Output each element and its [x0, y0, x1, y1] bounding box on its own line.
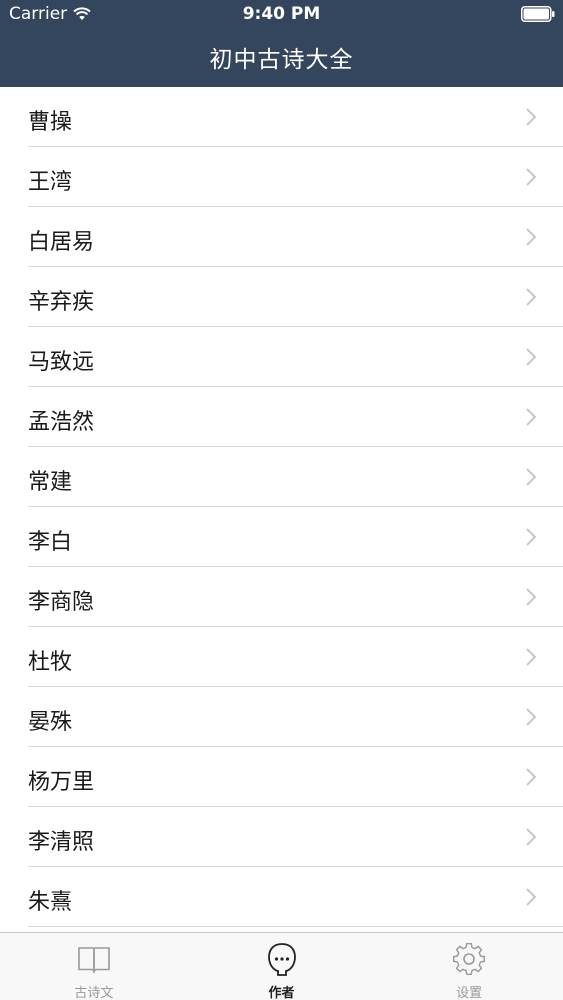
list-item-label: 晏殊	[28, 710, 73, 735]
nav-title: 初中古诗大全	[209, 47, 354, 73]
tab-label: 设置	[456, 986, 483, 1000]
list-item-label: 白居易	[28, 230, 95, 255]
chevron-right-icon	[526, 828, 537, 846]
list-item-label: 杨万里	[28, 770, 95, 795]
chevron-right-icon	[526, 108, 537, 126]
chevron-right-icon	[526, 408, 537, 426]
list-item[interactable]: 李商隐	[28, 567, 563, 627]
list-item[interactable]: 白居易	[28, 207, 563, 267]
list-item-label: 王湾	[28, 170, 73, 195]
list-item[interactable]: 曹操	[28, 87, 563, 147]
chevron-right-icon	[526, 348, 537, 366]
tab-settings[interactable]: 设置	[375, 933, 563, 1000]
list-item-label: 杜牧	[28, 650, 73, 675]
list-item[interactable]: 李白	[28, 507, 563, 567]
tab-poems[interactable]: 古诗文	[0, 933, 188, 1000]
status-time: 9:40 PM	[242, 4, 321, 24]
list-item[interactable]: 李清照	[28, 807, 563, 867]
list-item-label: 李白	[28, 530, 73, 555]
list-item[interactable]: 马致远	[28, 327, 563, 387]
list-item[interactable]: 杜牧	[28, 627, 563, 687]
chevron-right-icon	[526, 888, 537, 906]
header: Carrier 9:40 PM 初中古诗大全	[0, 0, 563, 87]
chevron-right-icon	[526, 768, 537, 786]
battery-icon	[521, 6, 555, 22]
list-item[interactable]: 朱熹	[28, 867, 563, 927]
list-item-label: 常建	[28, 470, 73, 495]
chevron-right-icon	[526, 288, 537, 306]
list-item-label: 朱熹	[28, 890, 73, 915]
status-bar: Carrier 9:40 PM	[0, 0, 563, 28]
list-item-label: 李商隐	[28, 590, 95, 615]
screen: Carrier 9:40 PM 初中古诗大全 曹操 王湾 白居易 辛弃疾 马致远…	[0, 0, 563, 1000]
list-item[interactable]: 晏殊	[28, 687, 563, 747]
author-list: 曹操 王湾 白居易 辛弃疾 马致远 孟浩然 常建 李白 李商隐 杜牧 晏殊 杨万…	[0, 87, 563, 932]
list-item[interactable]: 王湾	[28, 147, 563, 207]
chevron-right-icon	[526, 648, 537, 666]
chevron-right-icon	[526, 528, 537, 546]
list-item-label: 李清照	[28, 830, 95, 855]
tab-label: 古诗文	[74, 986, 114, 1000]
list-item[interactable]: 杨万里	[28, 747, 563, 807]
person-chat-icon	[267, 943, 296, 976]
book-icon	[78, 947, 110, 974]
chevron-right-icon	[526, 708, 537, 726]
chevron-right-icon	[526, 228, 537, 246]
list-item-label: 马致远	[28, 350, 95, 375]
chevron-right-icon	[526, 468, 537, 486]
chevron-right-icon	[526, 168, 537, 186]
tab-label: 作者	[268, 986, 295, 1000]
gear-icon	[453, 942, 486, 976]
list-item-label: 孟浩然	[28, 410, 95, 435]
tab-authors[interactable]: 作者	[188, 933, 376, 1000]
list-item[interactable]: 孟浩然	[28, 387, 563, 447]
list-item[interactable]: 常建	[28, 447, 563, 507]
chevron-right-icon	[526, 588, 537, 606]
list-item[interactable]: 辛弃疾	[28, 267, 563, 327]
tab-bar: 古诗文 作者 设置	[0, 932, 563, 1000]
list-item-label: 曹操	[28, 110, 73, 135]
list-item-label: 辛弃疾	[28, 290, 95, 315]
